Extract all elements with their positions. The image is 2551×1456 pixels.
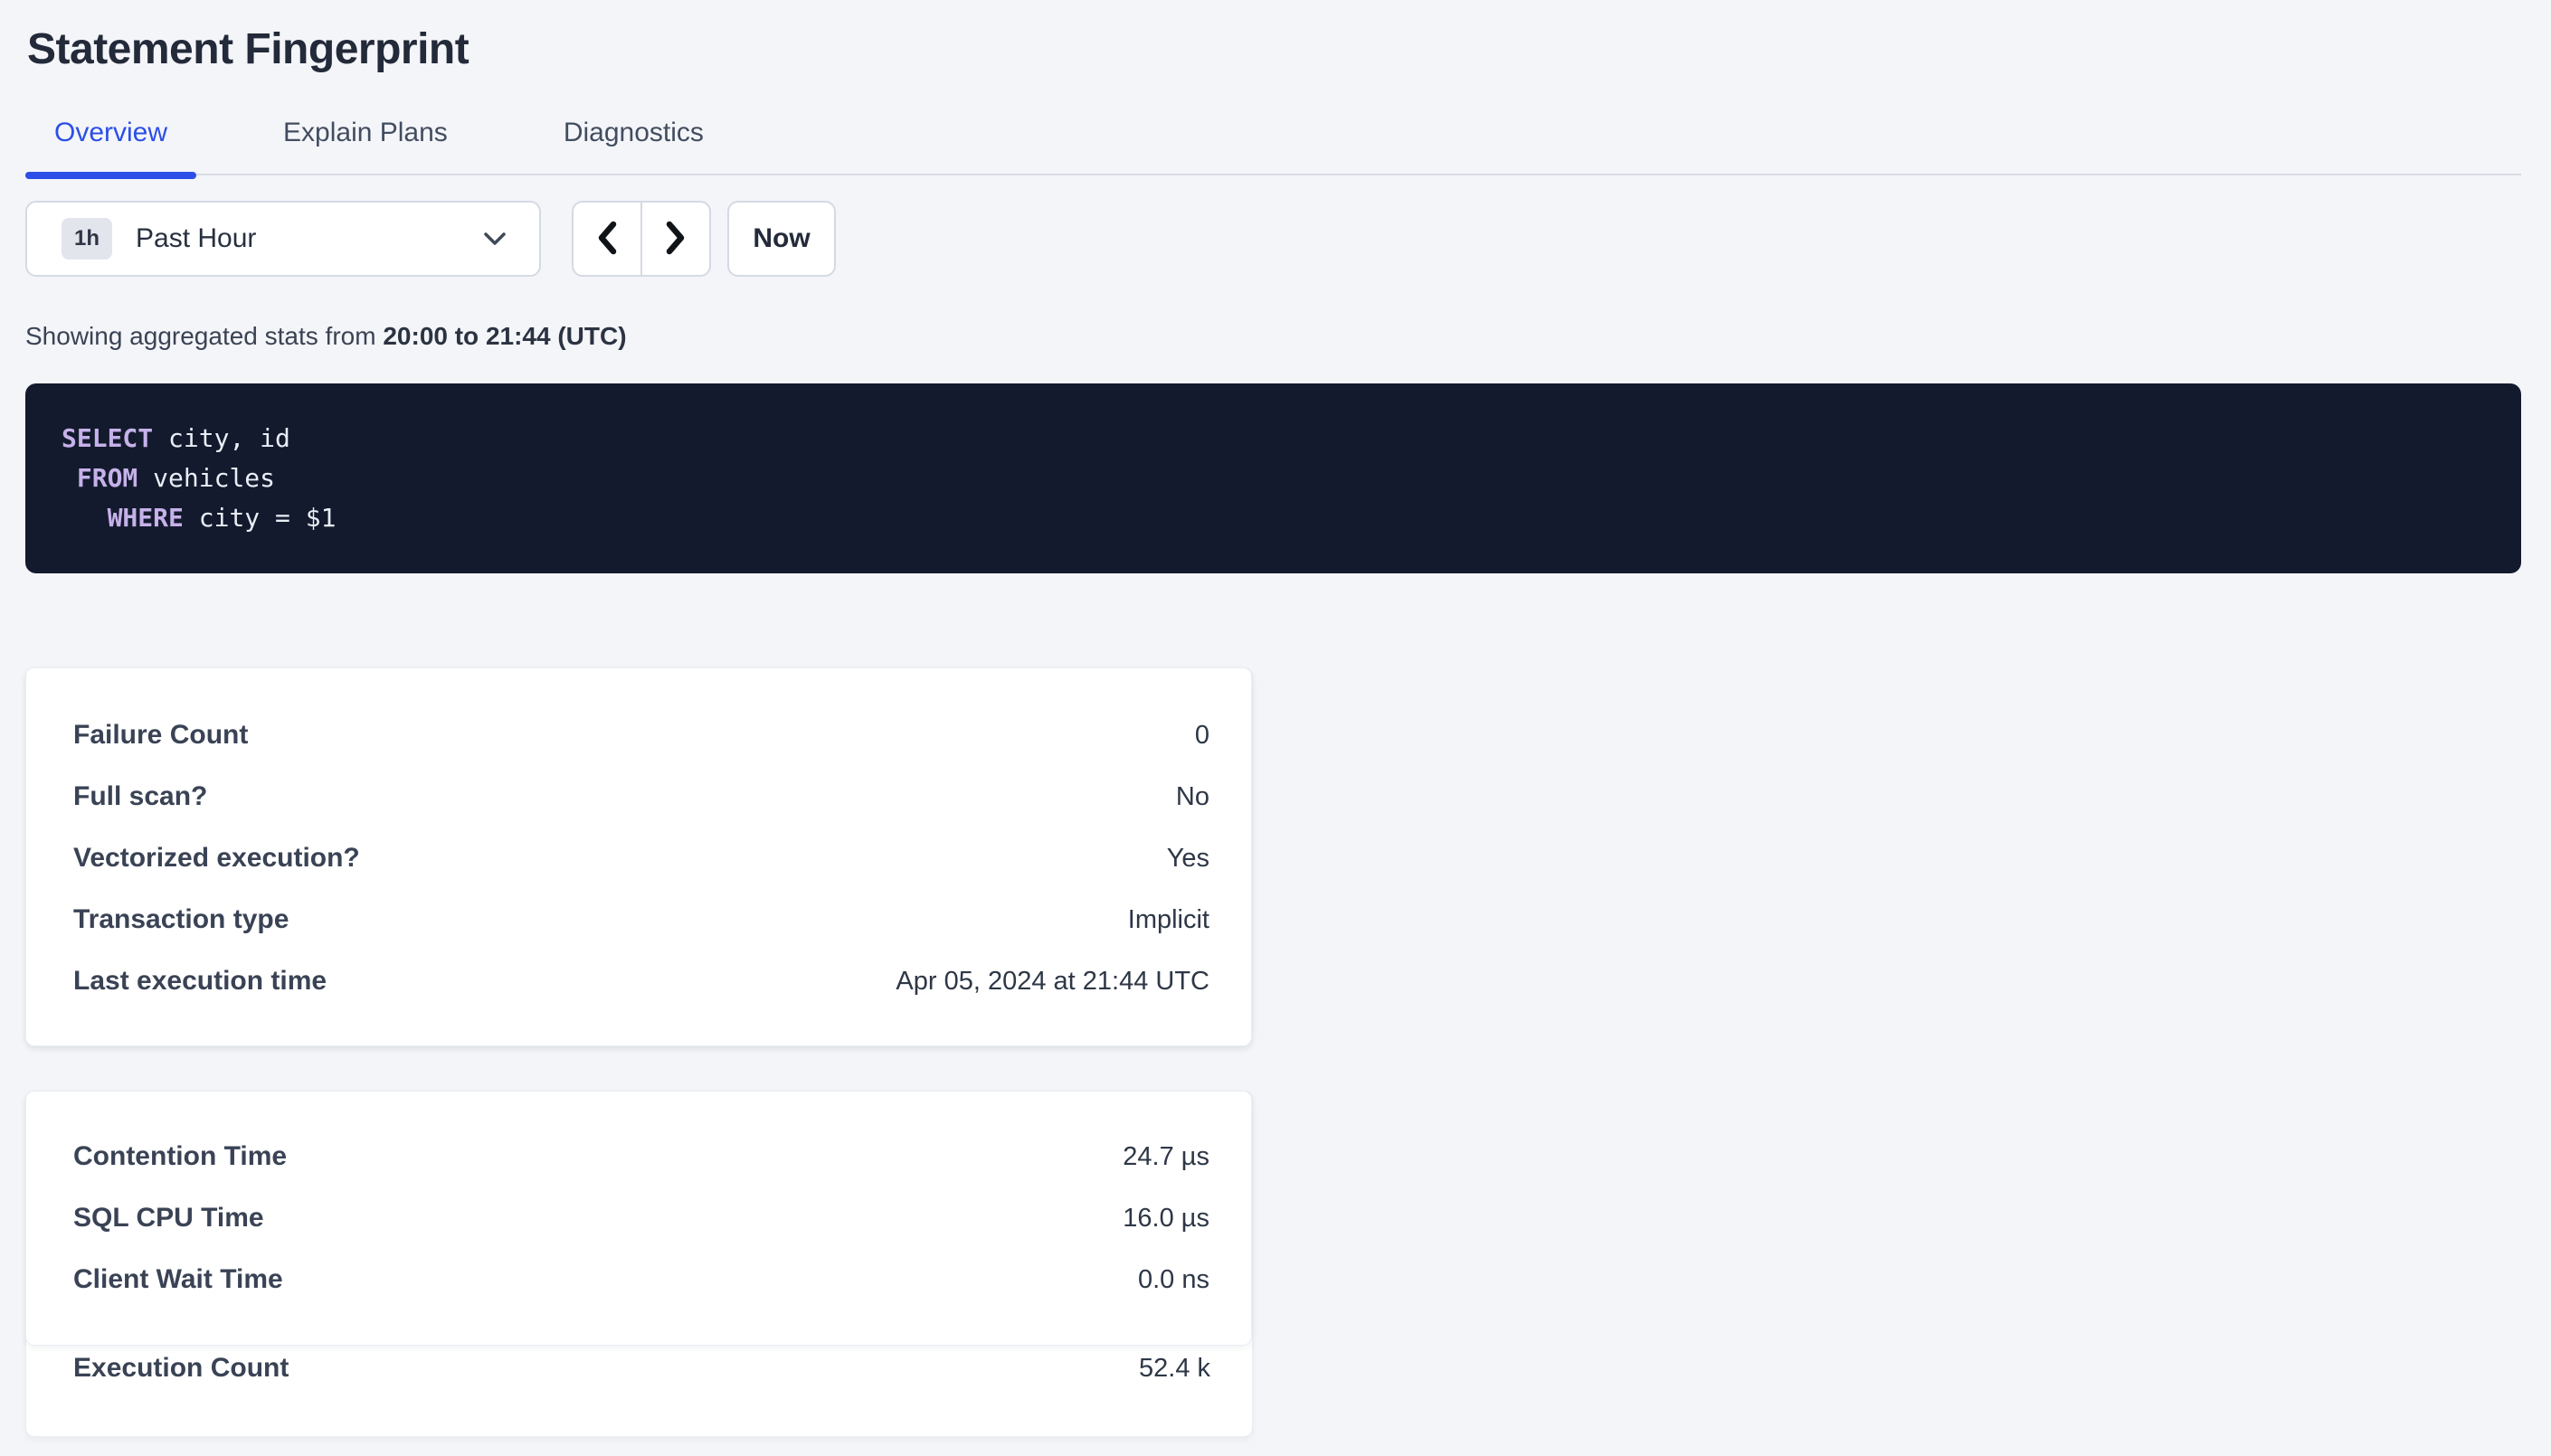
sql-statement-box: SELECT city, id FROM vehicles WHERE city… xyxy=(25,383,2521,573)
row-label: Last execution time xyxy=(73,966,327,997)
summary-cards: Nodes N1 Regions Database movr Applicati… xyxy=(25,667,2521,1456)
row-label: Transaction type xyxy=(73,904,289,935)
statement-fingerprint-page: Statement Fingerprint Overview Explain P… xyxy=(0,0,2551,1456)
tab-diagnostics-label: Diagnostics xyxy=(564,118,704,147)
row-value: Yes xyxy=(1167,844,1209,874)
chevron-right-icon xyxy=(663,220,688,259)
tab-bar: Overview Explain Plans Diagnostics xyxy=(25,116,2521,175)
row-label: Full scan? xyxy=(73,781,207,812)
chevron-left-icon xyxy=(594,220,620,259)
tab-overview[interactable]: Overview xyxy=(25,116,196,174)
stat-row-execution-count: Execution Count 52.4 k xyxy=(73,1338,1210,1399)
stats-card-right: Contention Time 24.7 µs SQL CPU Time 16.… xyxy=(25,1091,1252,1346)
info-row-full-scan: Full scan? No xyxy=(73,766,1209,827)
time-range-label: Past Hour xyxy=(136,223,256,254)
row-value: 0.0 ns xyxy=(1138,1265,1209,1295)
info-row-transaction-type: Transaction type Implicit xyxy=(73,889,1209,950)
row-value: No xyxy=(1176,782,1209,812)
tab-explain-plans-label: Explain Plans xyxy=(283,118,448,147)
next-interval-button[interactable] xyxy=(642,203,709,275)
row-label: Execution Count xyxy=(73,1353,289,1384)
row-label: SQL CPU Time xyxy=(73,1203,264,1234)
sql-line: FROM vehicles xyxy=(62,459,2485,498)
time-step-buttons xyxy=(572,201,711,277)
row-label: Failure Count xyxy=(73,720,248,751)
row-label: Vectorized execution? xyxy=(73,843,360,874)
now-button[interactable]: Now xyxy=(727,201,836,277)
stat-row-contention-time: Contention Time 24.7 µs xyxy=(73,1126,1209,1187)
sql-keyword: FROM xyxy=(77,463,138,493)
aggregation-interval-text: Showing aggregated stats from 20:00 to 2… xyxy=(25,318,2521,355)
stat-row-sql-cpu-time: SQL CPU Time 16.0 µs xyxy=(73,1187,1209,1249)
tab-explain-plans[interactable]: Explain Plans xyxy=(254,116,477,174)
row-value: 24.7 µs xyxy=(1123,1142,1209,1172)
info-row-vectorized: Vectorized execution? Yes xyxy=(73,827,1209,889)
aggregation-interval-range: 20:00 to 21:44 (UTC) xyxy=(383,322,626,350)
time-range-dropdown[interactable]: 1h Past Hour xyxy=(25,201,541,277)
tab-underline xyxy=(25,172,196,179)
time-range-badge: 1h xyxy=(62,218,112,260)
stat-row-client-wait-time: Client Wait Time 0.0 ns xyxy=(73,1249,1209,1310)
row-label: Contention Time xyxy=(73,1141,287,1172)
sql-keyword: SELECT xyxy=(62,423,153,453)
previous-interval-button[interactable] xyxy=(574,203,642,275)
page-title: Statement Fingerprint xyxy=(27,24,2521,76)
sql-line: WHERE city = $1 xyxy=(62,498,2485,538)
sql-keyword: WHERE xyxy=(108,503,184,533)
info-row-failure-count: Failure Count 0 xyxy=(73,704,1209,766)
details-card-right: Failure Count 0 Full scan? No Vectorized… xyxy=(25,667,1252,1046)
row-value: 0 xyxy=(1195,721,1209,751)
sql-line: SELECT city, id xyxy=(62,419,2485,459)
tab-overview-label: Overview xyxy=(54,118,167,147)
chevron-down-icon xyxy=(483,231,507,247)
tab-diagnostics[interactable]: Diagnostics xyxy=(535,116,733,174)
row-value: 52.4 k xyxy=(1139,1354,1210,1384)
info-row-last-execution-time: Last execution time Apr 05, 2024 at 21:4… xyxy=(73,950,1209,1012)
time-controls: 1h Past Hour Now xyxy=(25,201,2521,277)
row-value: Implicit xyxy=(1128,905,1209,935)
row-label: Client Wait Time xyxy=(73,1264,283,1295)
row-value: 16.0 µs xyxy=(1123,1204,1209,1234)
row-value: Apr 05, 2024 at 21:44 UTC xyxy=(896,967,1209,997)
aggregation-interval-prefix: Showing aggregated stats from xyxy=(25,322,383,350)
